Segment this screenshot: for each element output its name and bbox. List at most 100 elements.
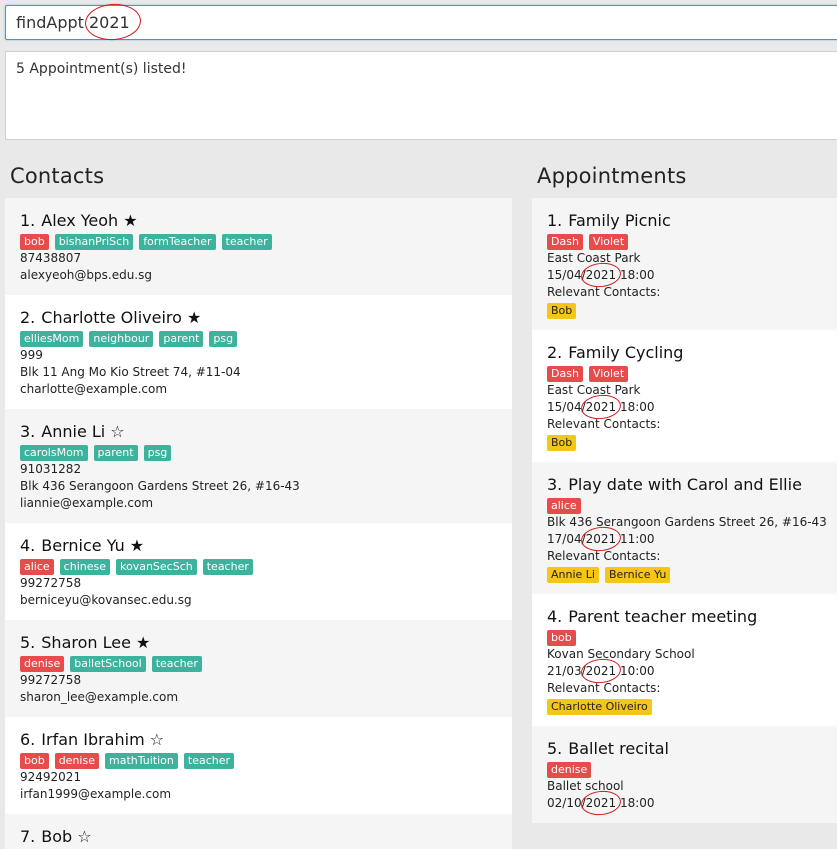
appointment-card[interactable]: 3. Play date with Carol and Ellie alice Blk… xyxy=(532,462,837,594)
contact-card[interactable]: 2. Charlotte Oliveiro ★ elliesMom neighbour p… xyxy=(5,295,512,409)
appointment-title-text: Parent teacher meeting xyxy=(568,607,758,626)
contact-email: alexyeoh@bps.edu.sg xyxy=(20,268,152,282)
contact-card[interactable]: 7. Bob ☆ xyxy=(5,814,512,849)
relevant-contact-tag: Bob xyxy=(547,435,577,451)
contact-list[interactable]: 1. Alex Yeoh ★ bob bishanPriSch formTeacher te… xyxy=(5,198,512,849)
tag: Dash xyxy=(547,234,583,250)
contact-index: 7. xyxy=(20,827,36,846)
tag: carolsMom xyxy=(20,445,88,461)
tag-list: alice xyxy=(547,498,581,514)
command-box[interactable] xyxy=(5,2,837,42)
appointment-title: 5. Ballet recital xyxy=(547,739,669,758)
contacts-heading: Contacts xyxy=(10,164,105,188)
contact-name-text: Annie Li xyxy=(41,422,106,441)
contact-card[interactable]: 3. Annie Li ☆ carolsMom parent psg 91031282 Blk… xyxy=(5,409,512,523)
relevant-contacts-label: Relevant Contacts: xyxy=(547,549,661,563)
tag: bob xyxy=(547,630,576,646)
relevant-contact-list: Annie Li Bernice Yu xyxy=(547,567,671,583)
appointment-card[interactable]: 1. Family Picnic Dash Violet East Coast Park… xyxy=(532,198,837,330)
contact-name-text: Charlotte Oliveiro xyxy=(41,308,182,327)
favourite-star-icon[interactable]: ★ xyxy=(136,633,150,652)
contact-card[interactable]: 1. Alex Yeoh ★ bob bishanPriSch formTeacher te… xyxy=(5,198,512,295)
contact-name-text: Alex Yeoh xyxy=(41,211,119,230)
contact-phone: 91031282 xyxy=(20,462,82,476)
contact-index: 3. xyxy=(20,422,36,441)
tag: Violet xyxy=(588,234,629,250)
tag: chinese xyxy=(59,559,110,575)
tag: mathTuition xyxy=(104,753,178,769)
appointment-title-text: Family Picnic xyxy=(568,211,671,230)
tag-list: carolsMom parent psg xyxy=(20,445,172,461)
tag: psg xyxy=(143,445,172,461)
contact-name-text: Sharon Lee xyxy=(41,633,131,652)
tag-list: Dash Violet xyxy=(547,366,629,382)
appointment-datetime: 17/04/2021 11:00 xyxy=(547,532,655,546)
appointment-title-text: Ballet recital xyxy=(568,739,669,758)
appointment-title-text: Family Cycling xyxy=(568,343,684,362)
appointment-index: 5. xyxy=(547,739,563,758)
favourite-star-icon[interactable]: ★ xyxy=(187,308,201,327)
tag-list: elliesMom neighbour parent psg xyxy=(20,331,238,347)
contact-name-text: Irfan Ibrahim xyxy=(41,730,145,749)
appointment-index: 4. xyxy=(547,607,563,626)
contact-phone: 87438807 xyxy=(20,251,82,265)
contact-card[interactable]: 6. Irfan Ibrahim ☆ bob denise mathTuition teac… xyxy=(5,717,512,814)
appointment-title: 3. Play date with Carol and Ellie xyxy=(547,475,802,494)
appointment-list[interactable]: 1. Family Picnic Dash Violet East Coast Park… xyxy=(532,198,837,823)
relevant-contacts-label: Relevant Contacts: xyxy=(547,417,661,431)
appointment-location: Ballet school xyxy=(547,779,624,793)
contact-card[interactable]: 5. Sharon Lee ★ denise balletSchool teacher 99… xyxy=(5,620,512,717)
appointment-datetime: 21/03/2021 10:00 xyxy=(547,664,655,678)
contact-name: 1. Alex Yeoh ★ xyxy=(20,211,138,230)
relevant-contact-list: Charlotte Oliveiro xyxy=(547,699,652,715)
appointment-index: 3. xyxy=(547,475,563,494)
contact-phone: 99272758 xyxy=(20,576,82,590)
favourite-star-icon[interactable]: ★ xyxy=(123,211,137,230)
unfavourite-star-icon[interactable]: ☆ xyxy=(77,827,91,846)
contact-card[interactable]: 4. Bernice Yu ★ alice chinese kovanSecSch teac… xyxy=(5,523,512,620)
appointment-location: Kovan Secondary School xyxy=(547,647,695,661)
relevant-contact-tag: Charlotte Oliveiro xyxy=(547,699,652,715)
appointment-card[interactable]: 5. Ballet recital denise Ballet school 02/10… xyxy=(532,726,837,823)
favourite-star-icon[interactable]: ★ xyxy=(130,536,144,555)
contact-email: berniceyu@kovansec.edu.sg xyxy=(20,593,192,607)
tag: Violet xyxy=(588,366,629,382)
appointment-title: 4. Parent teacher meeting xyxy=(547,607,757,626)
contact-index: 6. xyxy=(20,730,36,749)
result-display: 5 Appointment(s) listed! xyxy=(5,51,837,140)
unfavourite-star-icon[interactable]: ☆ xyxy=(150,730,164,749)
contact-phone: 92492021 xyxy=(20,770,82,784)
relevant-contacts-label: Relevant Contacts: xyxy=(547,285,661,299)
tag-list: bob bishanPriSch formTeacher teacher xyxy=(20,234,272,250)
contact-email: charlotte@example.com xyxy=(20,382,168,396)
appointments-heading: Appointments xyxy=(537,164,687,188)
appointment-location: East Coast Park xyxy=(547,383,641,397)
contact-email: irfan1999@example.com xyxy=(20,787,172,801)
result-text: 5 Appointment(s) listed! xyxy=(16,61,187,77)
app-window: 5 Appointment(s) listed! Contacts Appoin… xyxy=(0,0,837,849)
appointment-datetime: 15/04/2021 18:00 xyxy=(547,400,655,414)
appointment-location: Blk 436 Serangoon Gardens Street 26, #16… xyxy=(547,515,827,529)
tag: denise xyxy=(54,753,99,769)
tag: teacher xyxy=(151,656,202,672)
contact-index: 1. xyxy=(20,211,36,230)
appointment-datetime: 02/10/2021 18:00 xyxy=(547,796,655,810)
contact-name: 7. Bob ☆ xyxy=(20,827,92,846)
appointment-card[interactable]: 2. Family Cycling Dash Violet East Coast Par… xyxy=(532,330,837,462)
appointment-card[interactable]: 4. Parent teacher meeting bob Kovan Seconda… xyxy=(532,594,837,726)
tag: parent xyxy=(93,445,138,461)
tag: teacher xyxy=(183,753,235,769)
contact-email: sharon_lee@example.com xyxy=(20,690,179,704)
tag: denise xyxy=(20,656,65,672)
tag-list: denise xyxy=(547,762,592,778)
appointment-datetime: 15/04/2021 18:00 xyxy=(547,268,655,282)
relevant-contacts-label: Relevant Contacts: xyxy=(547,681,661,695)
tag: balletSchool xyxy=(70,656,146,672)
tag: Dash xyxy=(547,366,583,382)
appointment-title: 1. Family Picnic xyxy=(547,211,671,230)
contact-name: 4. Bernice Yu ★ xyxy=(20,536,144,555)
tag: bob xyxy=(20,753,49,769)
tag: bishanPriSch xyxy=(54,234,134,250)
unfavourite-star-icon[interactable]: ☆ xyxy=(110,422,124,441)
contact-phone: 99272758 xyxy=(20,673,82,687)
